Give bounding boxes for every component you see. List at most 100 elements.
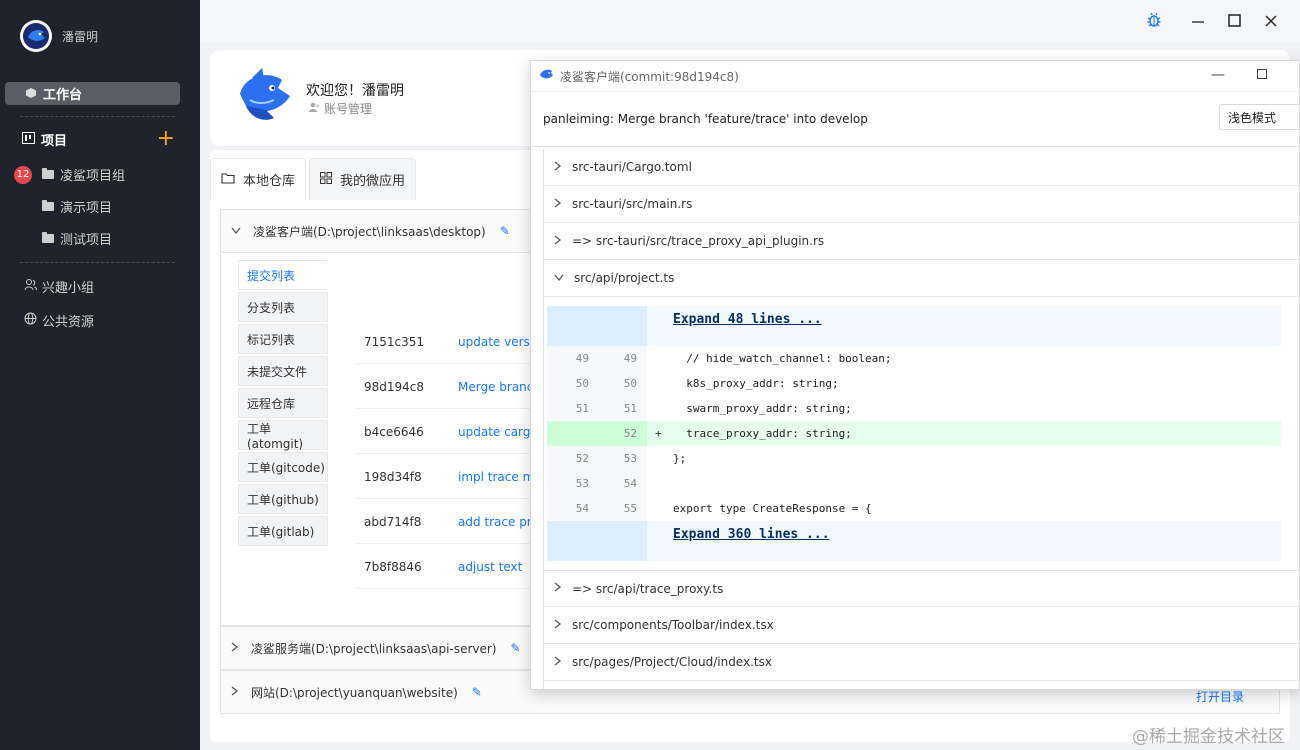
file-row[interactable]: src/pages/Project/Cloud/index.tsx — [544, 644, 1299, 681]
welcome-text: 欢迎您！潘雷明 — [306, 83, 404, 99]
old-line-number: 54 — [575, 502, 589, 515]
popup-maximize-button[interactable] — [1257, 69, 1267, 79]
divider — [20, 262, 175, 263]
old-line-number: 49 — [575, 352, 589, 365]
chevron-down-icon — [231, 225, 241, 238]
commit-message-link[interactable]: adjust text — [458, 560, 522, 574]
new-line-number: 55 — [623, 502, 637, 515]
side-tab-commits[interactable]: 提交列表 — [238, 260, 328, 290]
user-profile[interactable]: 潘雷明 — [20, 20, 98, 52]
edit-icon[interactable]: ✎ — [472, 685, 482, 699]
popup-title: 凌鲨客户端(commit:98d194c8) — [560, 69, 739, 84]
minimize-button[interactable] — [1192, 12, 1204, 31]
expand-lines-top[interactable]: Expand 48 lines ... — [547, 306, 1281, 346]
side-tab-tags[interactable]: 标记列表 — [238, 324, 328, 354]
commit-hash: 198d34f8 — [364, 469, 422, 484]
folder-icon — [42, 200, 54, 211]
commit-message-link[interactable]: impl trace m — [458, 470, 534, 484]
file-path: => src/api/trace_proxy.ts — [572, 581, 724, 596]
commit-header: panleiming: Merge branch 'feature/trace'… — [531, 91, 1299, 147]
app-logo — [232, 64, 294, 130]
cube-icon — [25, 87, 37, 103]
commit-hash: abd714f8 — [364, 514, 422, 529]
interest-group-nav[interactable]: 兴趣小组 — [24, 277, 94, 296]
workbench-nav[interactable]: 工作台 — [5, 82, 180, 105]
diff-sign: + — [655, 427, 662, 440]
new-line-number: 52 — [623, 427, 637, 440]
file-row[interactable]: src-tauri/Cargo.toml — [544, 149, 1299, 186]
notification-badge: 12 — [14, 166, 32, 184]
side-tab-issues-gitlab[interactable]: 工单(gitlab) — [238, 516, 328, 546]
edit-icon[interactable]: ✎ — [500, 224, 510, 238]
add-project-button[interactable]: + — [157, 126, 175, 151]
new-line-number: 50 — [623, 377, 637, 390]
diff-view: Expand 48 lines ... 49 49 // hide_watch_c… — [547, 306, 1281, 562]
popup-minimize-button[interactable]: — — [1211, 67, 1225, 83]
commit-diff-window: 凌鲨客户端(commit:98d194c8) — panleiming: Mer… — [530, 60, 1300, 690]
commit-message-link[interactable]: add trace pr — [458, 515, 532, 529]
chevron-right-icon — [554, 197, 562, 211]
side-tab-remotes[interactable]: 远程仓库 — [238, 388, 328, 418]
project-item-2[interactable]: 测试项目 — [42, 229, 112, 248]
close-button[interactable] — [1265, 12, 1277, 31]
tab-label: 我的微应用 — [340, 174, 406, 189]
commit-hash: 7151c351 — [364, 334, 425, 349]
file-row[interactable]: => src/api/trace_proxy.ts — [544, 570, 1299, 607]
public-resource-nav[interactable]: 公共资源 — [24, 311, 94, 330]
repo-name: 凌鲨服务端(D:\project\linksaas\api-server) — [251, 641, 497, 656]
side-tab-issues-gitcode[interactable]: 工单(gitcode) — [238, 452, 328, 482]
side-tab-issues-atomgit[interactable]: 工单(atomgit) — [238, 420, 328, 451]
code-text: swarm_proxy_addr: string; — [673, 402, 852, 415]
tab-local-repo[interactable]: 本地仓库 — [210, 158, 307, 200]
chevron-right-icon — [554, 582, 562, 595]
file-row[interactable]: src-tauri/src/main.rs — [544, 186, 1299, 223]
workbench-label: 工作台 — [43, 88, 83, 103]
avatar — [20, 20, 52, 52]
divider — [20, 116, 175, 117]
side-tab-uncommitted[interactable]: 未提交文件 — [238, 356, 328, 386]
repo-name: 网站(D:\project\yuanquan\website) — [251, 685, 458, 700]
popup-titlebar: 凌鲨客户端(commit:98d194c8) — [531, 61, 1299, 91]
maximize-button[interactable] — [1228, 12, 1241, 31]
public-resource-label: 公共资源 — [42, 315, 95, 330]
edit-icon[interactable]: ✎ — [510, 641, 520, 655]
file-path: src-tauri/Cargo.toml — [572, 160, 692, 174]
file-row-expanded[interactable]: src/api/project.ts — [544, 260, 1299, 297]
chevron-right-icon — [231, 685, 239, 699]
project-item-0[interactable]: 凌鲨项目组 — [42, 165, 125, 184]
theme-mode-select[interactable]: 浅色模式 — [1219, 104, 1299, 130]
project-item-1[interactable]: 演示项目 — [42, 197, 112, 216]
side-tab-branches[interactable]: 分支列表 — [238, 292, 328, 322]
file-path: src-tauri/src/main.rs — [572, 197, 693, 211]
new-line-number: 51 — [623, 402, 637, 415]
tab-my-microapps[interactable]: 我的微应用 — [309, 158, 417, 200]
folder-icon — [42, 232, 54, 243]
commit-message-link[interactable]: update carg — [458, 425, 530, 439]
projects-label: 项目 — [41, 134, 68, 149]
file-row[interactable]: => src-tauri/src/trace_proxy_api_plugin.… — [544, 223, 1299, 260]
projects-header[interactable]: 项目 + — [22, 126, 177, 151]
commit-message-link[interactable]: update versi — [458, 335, 533, 349]
account-manage-label: 账号管理 — [324, 102, 373, 116]
open-directory-link[interactable]: 打开目录 — [1196, 688, 1244, 705]
account-manage-link[interactable]: 账号管理 — [308, 100, 372, 117]
file-path: src/components/Toolbar/index.tsx — [572, 618, 774, 632]
code-text: export type CreateResponse = { — [673, 502, 872, 515]
expand-lines-bottom[interactable]: Expand 360 lines ... — [547, 521, 1281, 561]
titlebar — [200, 0, 1300, 42]
user-icon — [308, 101, 320, 116]
side-tab-issues-github[interactable]: 工单(github) — [238, 484, 328, 514]
file-row[interactable]: src/components/Toolbar/index.tsx — [544, 607, 1299, 644]
commit-message-link[interactable]: Merge branc — [458, 380, 533, 394]
globe-icon — [24, 312, 37, 329]
expand-lines-link[interactable]: Expand 48 lines ... — [673, 312, 822, 327]
chevron-down-icon — [554, 272, 564, 285]
people-icon — [24, 278, 37, 295]
chevron-right-icon — [231, 641, 239, 655]
bug-icon[interactable] — [1146, 12, 1162, 32]
repo-name: 凌鲨客户端(D:\project\linksaas\desktop) — [253, 224, 486, 239]
expand-lines-link[interactable]: Expand 360 lines ... — [673, 527, 830, 542]
chevron-right-icon — [554, 655, 562, 669]
commit-message: panleiming: Merge branch 'feature/trace'… — [543, 112, 868, 126]
old-line-number: 53 — [575, 477, 589, 490]
